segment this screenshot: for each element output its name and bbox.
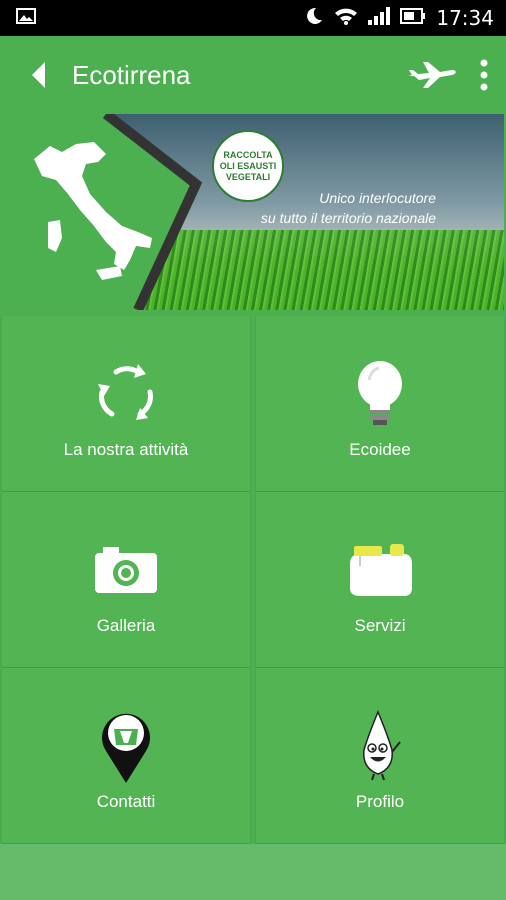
camera-icon [93,532,159,608]
cell-signal-icon [368,6,391,30]
tagline-line: su tutto il territorio nazionale [260,210,436,226]
wifi-icon [334,7,358,30]
badge-line: RACCOLTA [223,149,273,160]
more-options-button[interactable] [462,36,506,114]
flight-button[interactable] [402,36,462,114]
badge-line: VEGETALI [225,171,271,182]
tile-contacts[interactable]: Contatti [2,668,250,843]
tagline-line: Unico interlocutore [319,190,436,206]
tile-label: Ecoidee [349,440,411,459]
lightbulb-icon [355,356,405,432]
more-vertical-icon [480,59,488,91]
photo-notification-icon [16,7,36,29]
oil-drop-mascot-icon [354,708,406,784]
airplane-icon [408,62,456,88]
tile-label: Contatti [96,792,156,811]
page-title: Ecotirrena [72,59,191,90]
tile-label: Servizi [354,616,406,635]
tile-ecoidee[interactable]: Ecoidee [256,316,504,491]
tile-label: La nostra attività [63,440,189,459]
recycle-icon [94,356,158,432]
do-not-disturb-moon-icon [304,6,324,31]
battery-icon [400,7,426,29]
tile-gallery[interactable]: Galleria [2,492,250,667]
map-pin-icon [98,708,154,784]
badge-line: OLI ESAUSTI [219,160,277,171]
tile-label: Profilo [355,792,405,811]
italy-map-panel [2,114,203,310]
footer-strip [0,844,506,900]
status-time: 17:34 [436,6,494,30]
hero-banner: RACCOLTA OLI ESAUSTI VEGETALI Unico inte… [2,114,504,310]
banner-tagline: Unico interlocutore su tutto il territor… [252,188,436,228]
container-icon [346,532,414,608]
tile-services[interactable]: Servizi [256,492,504,667]
back-arrow-icon [32,62,45,88]
tile-profile[interactable]: Profilo [256,668,504,843]
tile-activity[interactable]: La nostra attività [2,316,250,491]
back-button[interactable] [8,36,68,114]
status-bar: 17:34 [0,0,506,36]
menu-grid: La nostra attività Ecoidee Galleria Serv… [0,314,506,844]
app-bar: Ecotirrena [0,36,506,114]
tile-label: Galleria [96,616,156,635]
